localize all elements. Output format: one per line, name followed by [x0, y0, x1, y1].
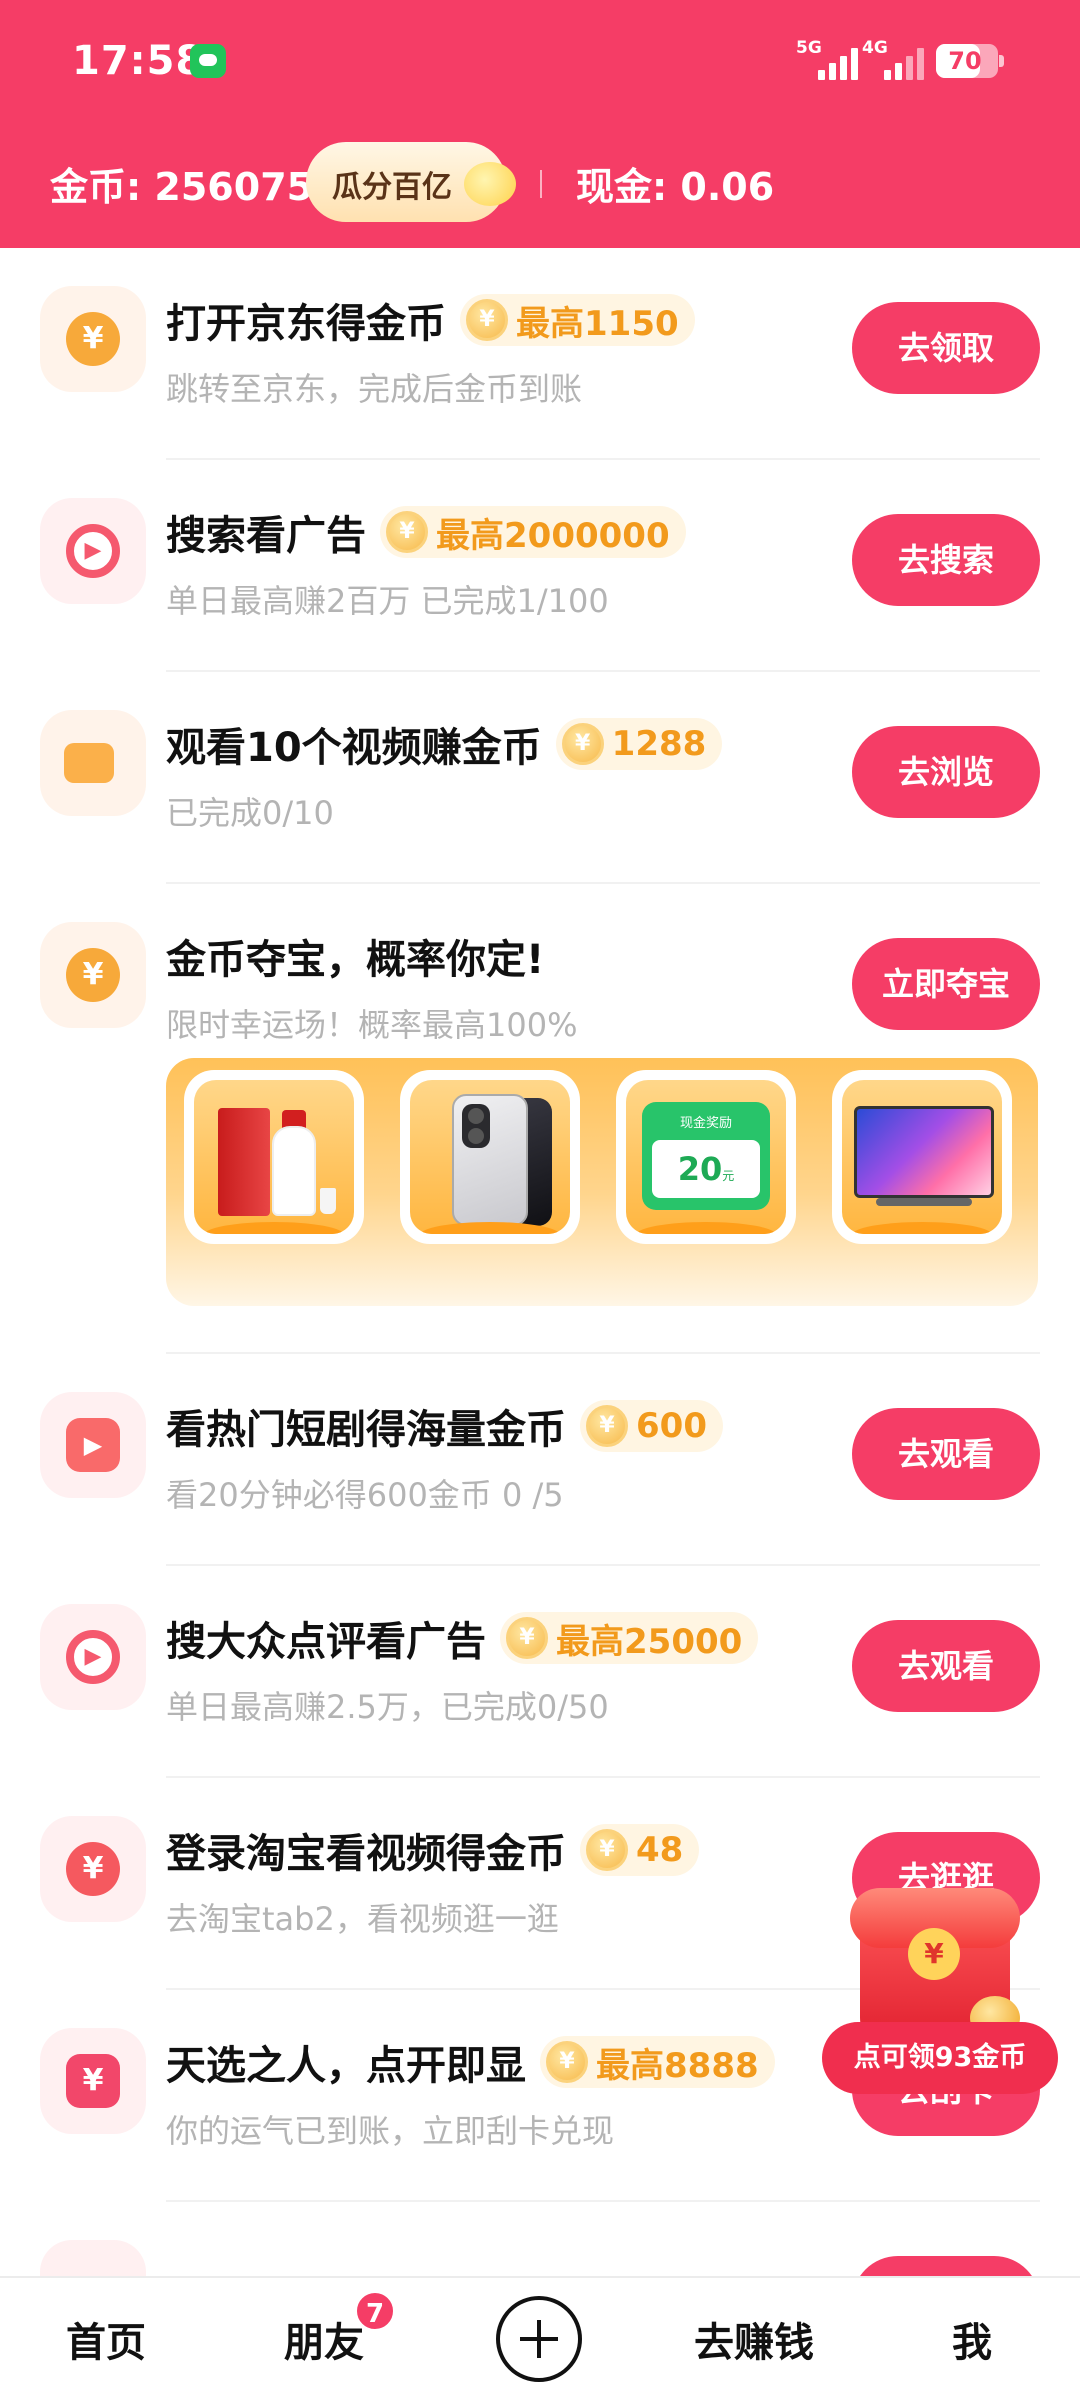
claim-button[interactable]: 去领取 — [852, 302, 1040, 394]
coin-icon: ¥ — [506, 1617, 548, 1659]
task-subtitle: 跳转至京东，完成后金币到账 — [166, 370, 583, 408]
reward-pill: ¥ 最高1150 — [460, 294, 695, 346]
jd-coin-icon: ¥ — [40, 286, 146, 392]
television-icon — [854, 1106, 994, 1198]
reward-text: 最高8888 — [596, 2045, 759, 2086]
liquor-bottle-icon — [272, 1126, 316, 1216]
lucky-card-icon: ¥ — [40, 2028, 146, 2134]
task-subtitle: 看20分钟必得600金币 0 /5 — [166, 1476, 564, 1514]
split-billions-label: 瓜分百亿 — [332, 170, 452, 205]
cash-balance[interactable]: 现金: 0.06 — [576, 156, 774, 211]
coin-icon: ¥ — [466, 299, 508, 341]
reward-pill: ¥48 — [580, 1824, 700, 1876]
smartphone-icon — [452, 1094, 528, 1226]
battery-percent: 70 — [948, 47, 982, 75]
tv-stand — [876, 1198, 972, 1206]
reward-text: 最高2000000 — [436, 515, 670, 556]
plus-icon[interactable] — [496, 2296, 582, 2382]
search-play-icon: ▶ — [40, 498, 146, 604]
money-bag-icon: ¥ — [40, 1816, 146, 1922]
nav-home[interactable]: 首页 — [66, 2310, 146, 2368]
cash-reward-card: 现金奖励 20元 — [642, 1102, 770, 1210]
task-item[interactable]: 观看10个视频赚金币 ¥1288 已完成0/10 去浏览 — [0, 672, 1080, 884]
task-subtitle: 你的运气已到账，立即刮卡兑现 — [166, 2112, 615, 2150]
coin-icon: ¥ — [386, 511, 428, 553]
gift-box-icon — [218, 1108, 270, 1216]
nav-earn[interactable]: 去赚钱 — [694, 2310, 814, 2368]
reward-text: 600 — [636, 1406, 707, 1446]
reward-pill: ¥1288 — [555, 718, 723, 770]
task-item[interactable]: ▶ 看热门短剧得海量金币 ¥600 看20分钟必得600金币 0 /5 去观看 — [0, 1354, 1080, 1566]
task-subtitle: 单日最高赚2.5万，已完成0/50 — [166, 1688, 609, 1726]
reward-pill: ¥ 最高8888 — [540, 2036, 775, 2088]
prize-plate — [204, 1222, 344, 1234]
search-play-icon — [40, 2240, 146, 2276]
balance-row: 金币: 256075 瓜分百亿 现金: 0.06 — [0, 140, 1080, 224]
nav-me[interactable]: 我 — [952, 2310, 992, 2368]
partial-action-button[interactable] — [852, 2256, 1040, 2276]
task-subtitle: 限时幸运场！概率最高100% — [166, 1006, 578, 1044]
wine-glass-icon — [320, 1188, 336, 1214]
task-title: 搜大众点评看广告 — [166, 1619, 486, 1665]
cash-card-unit: 元 — [722, 1169, 735, 1183]
status-bar: 17:58 5G 4G 70 — [0, 0, 1080, 124]
coin-icon: ¥ — [546, 2041, 588, 2083]
top-header: 17:58 5G 4G 70 金币: 256075 瓜分百亿 现金: 0.06 — [0, 0, 1080, 248]
tv-prize[interactable] — [832, 1070, 1012, 1244]
task-subtitle: 单日最高赚2百万 已完成1/100 — [166, 582, 609, 620]
task-item[interactable]: ▶ 搜大众点评看广告 ¥ 最高25000 单日最高赚2.5万，已完成0/50 去观… — [0, 1566, 1080, 1778]
search-play-icon: ▶ — [40, 1604, 146, 1710]
baijiu-prize[interactable] — [184, 1070, 364, 1244]
task-subtitle: 已完成0/10 — [166, 794, 334, 832]
treasure-button[interactable]: 立即夺宝 — [852, 938, 1040, 1030]
treasure-coin-icon: ¥ — [40, 922, 146, 1028]
prize-plate — [852, 1222, 992, 1234]
coin-icon: ¥ — [561, 723, 604, 765]
cash-card-amount: 20 — [677, 1150, 723, 1188]
watch-button[interactable]: 去观看 — [852, 1408, 1040, 1500]
task-title: 看热门短剧得海量金币 — [166, 1407, 566, 1453]
status-time: 17:58 — [72, 38, 205, 84]
browse-button[interactable]: 去浏览 — [852, 726, 1040, 818]
yuan-coin-icon: ¥ — [908, 1928, 960, 1980]
search-button[interactable]: 去搜索 — [852, 514, 1040, 606]
video-camera-icon — [40, 710, 146, 816]
cash-prize[interactable]: 现金奖励 20元 — [616, 1070, 796, 1244]
cash-card-header: 现金奖励 — [679, 1116, 732, 1131]
reward-text: 最高25000 — [556, 1621, 743, 1662]
prize-plate — [636, 1222, 776, 1234]
task-item[interactable]: ¥ 打开京东得金币 ¥ 最高1150 跳转至京东，完成后金币到账 去领取 — [0, 248, 1080, 460]
reward-text: 1288 — [611, 724, 707, 764]
bottom-nav: 首页 朋友 7 去赚钱 我 — [0, 2276, 1080, 2400]
task-title: 观看10个视频赚金币 — [166, 725, 542, 771]
coin-icon: ¥ — [586, 1829, 628, 1871]
prize-banner[interactable]: 现金奖励 20元 — [166, 1058, 1038, 1306]
task-title: 金币夺宝，概率你定! — [166, 937, 545, 983]
task-item[interactable]: ▶ 搜索看广告 ¥ 最高2000000 单日最高赚2百万 已完成1/100 去搜索 — [0, 460, 1080, 672]
phone-prize[interactable] — [400, 1070, 580, 1244]
task-title: 打开京东得金币 — [166, 301, 446, 347]
task-title: 登录淘宝看视频得金币 — [166, 1831, 566, 1877]
reward-text: 48 — [636, 1830, 684, 1870]
message-notification-icon — [190, 44, 226, 78]
split-billions-button[interactable]: 瓜分百亿 — [306, 142, 516, 222]
battery-icon: 70 — [936, 44, 1004, 78]
reward-text: 最高1150 — [516, 303, 679, 344]
balance-divider — [540, 170, 542, 198]
task-subtitle: 去淘宝tab2，看视频逛一逛 — [166, 1900, 559, 1938]
nav-friends[interactable]: 朋友 — [284, 2310, 364, 2368]
coin-icon: ¥ — [586, 1405, 628, 1447]
task-title: 天选之人，点开即显 — [166, 2043, 526, 2089]
watch-button[interactable]: 去观看 — [852, 1620, 1040, 1712]
coin-balance[interactable]: 金币: 256075 — [50, 156, 313, 211]
reward-pill: ¥600 — [580, 1400, 723, 1452]
task-title: 搜索看广告 — [166, 513, 366, 559]
red-packet-label[interactable]: 点可领93金币 — [822, 2022, 1058, 2094]
reward-pill: ¥ 最高2000000 — [380, 506, 686, 558]
gold-cloud-icon — [464, 162, 516, 206]
task-item-partial[interactable] — [0, 2202, 1080, 2276]
tv-play-icon: ▶ — [40, 1392, 146, 1498]
reward-pill: ¥ 最高25000 — [500, 1612, 759, 1664]
friends-badge: 7 — [354, 2290, 396, 2332]
